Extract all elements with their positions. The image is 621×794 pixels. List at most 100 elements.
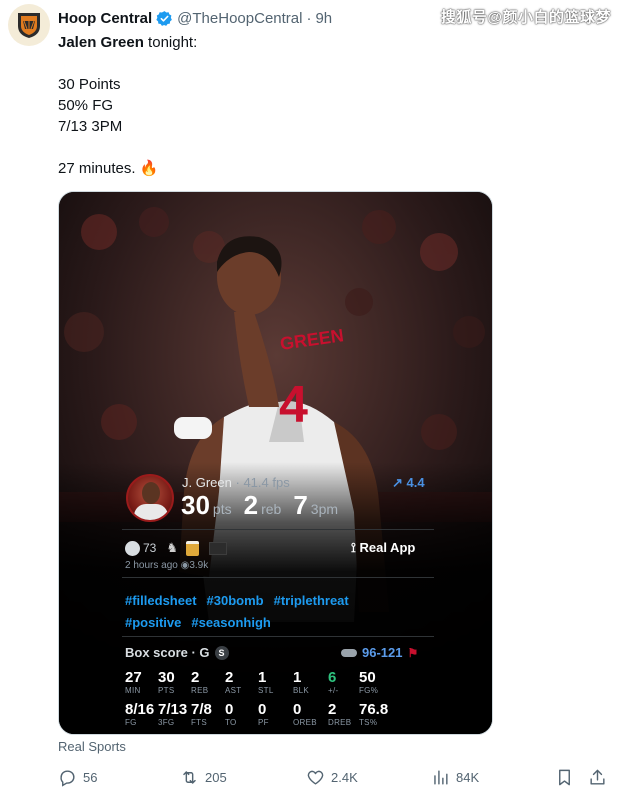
- bookmark-button[interactable]: [555, 768, 580, 787]
- trend-arrow-icon: ↗: [392, 475, 403, 490]
- box-score-value: 7/8: [191, 701, 212, 718]
- emoji-face-icon[interactable]: [125, 540, 140, 556]
- box-score-cell: 7/13 3FG: [158, 701, 187, 728]
- box-score-title: Box score · G S: [125, 645, 229, 660]
- analytics-icon: [434, 770, 448, 785]
- posted-time: 2 hours ago: [125, 560, 178, 571]
- player-name-bold: Jalen Green: [58, 34, 144, 51]
- hashtag[interactable]: #triplethreat: [274, 593, 349, 608]
- box-score-label: Box score · G: [125, 645, 210, 660]
- box-score-label: STL: [258, 686, 274, 695]
- views-button[interactable]: 84K: [431, 768, 479, 787]
- real-app-link[interactable]: ⟟ Real App: [351, 540, 415, 556]
- stat-points-value: 30: [181, 490, 210, 520]
- stat-rebounds-unit: reb: [261, 501, 282, 517]
- media-source[interactable]: Real Sports: [58, 739, 126, 754]
- retweet-icon: [183, 771, 196, 784]
- stat-threes-unit: 3pm: [310, 501, 339, 517]
- watermark: 搜狐号@颜小白的篮球梦: [440, 9, 611, 26]
- trend-value: ↗ 4.4: [392, 475, 425, 491]
- hashtag[interactable]: #filledsheet: [125, 593, 197, 608]
- reply-button[interactable]: 56: [58, 768, 97, 787]
- beer-icon[interactable]: [186, 540, 200, 556]
- jersey-number: 4: [279, 376, 308, 434]
- divider-mid: [122, 577, 434, 578]
- score-value: 96-121: [362, 645, 403, 660]
- views-count: 84K: [456, 770, 480, 785]
- hoop-central-logo: [18, 13, 40, 38]
- box-score-value: 1: [293, 669, 302, 686]
- box-score-label: PF: [258, 718, 269, 727]
- box-score-cell: 1 STL: [258, 669, 274, 696]
- box-score-cell: 8/16 FG: [125, 701, 154, 728]
- real-app-label: Real App: [359, 540, 416, 555]
- box-score-value: 1: [258, 669, 267, 686]
- box-score-label: REB: [191, 686, 209, 695]
- box-score-value: 27: [125, 669, 142, 686]
- like-count: 2.4K: [331, 770, 358, 785]
- retweet-button[interactable]: 205: [180, 768, 227, 787]
- trend-number: 4.4: [406, 475, 425, 490]
- box-score-value: 30: [158, 669, 175, 686]
- stat-rebounds-value: 2: [243, 490, 259, 520]
- box-score-label: FTS: [191, 718, 208, 727]
- reply-icon: [60, 770, 75, 787]
- box-score-label: BLK: [293, 686, 310, 695]
- tweet-text: Jalen Green tonight: 30 Points 50% FG 7/…: [58, 32, 598, 179]
- box-score-cell: 50 FG%: [359, 669, 378, 696]
- retweet-count: 205: [205, 770, 227, 785]
- spurs-logo-icon: [341, 648, 357, 657]
- text-line-points: 30 Points: [58, 76, 121, 93]
- divider-box: [122, 636, 434, 637]
- author-handle[interactable]: @TheHoopCentral: [177, 10, 302, 27]
- text-line-3pm: 7/13 3PM: [58, 118, 123, 135]
- real-app-icon: ⟟: [351, 540, 356, 555]
- text-line-1: tonight:: [143, 34, 198, 51]
- box-score-value: 2: [191, 669, 200, 686]
- box-score-label: FG: [125, 718, 137, 727]
- goat-icon[interactable]: ♞: [166, 540, 178, 556]
- box-score-cell: 0 OREB: [293, 701, 317, 728]
- stat-threes-value: 7: [293, 490, 308, 520]
- author-avatar[interactable]: [8, 4, 50, 46]
- box-score-cell: 1 BLK: [293, 669, 309, 696]
- heart-icon: [307, 770, 324, 785]
- box-score-value: 76.8: [359, 701, 389, 718]
- text-line-minutes: 27 minutes. 🔥: [58, 160, 159, 177]
- box-score-label: FG%: [359, 686, 379, 695]
- media-card[interactable]: GREEN 4 J. Green · 41.4 fps ↗ 4.4 30 pts …: [58, 191, 493, 735]
- box-score-value: 6: [328, 669, 337, 686]
- box-score-cell: 30 PTS: [158, 669, 175, 696]
- flag-icon[interactable]: [209, 541, 228, 555]
- box-score-value: 0: [258, 701, 267, 718]
- like-button[interactable]: 2.4K: [306, 768, 358, 787]
- game-score[interactable]: 96-121 ⚑: [341, 645, 418, 660]
- share-icon: [590, 769, 605, 785]
- box-score-value: 50: [359, 669, 376, 686]
- box-score-value: 8/16: [125, 701, 155, 718]
- verified-badge-icon: [156, 10, 173, 26]
- box-score-label: AST: [225, 686, 242, 695]
- share-button[interactable]: [588, 768, 613, 787]
- box-score-label: TO: [225, 718, 237, 727]
- tweet-time[interactable]: 9h: [315, 10, 332, 27]
- box-score-cell: 2 REB: [191, 669, 208, 696]
- box-score-label: OREB: [293, 718, 317, 727]
- author-name[interactable]: Hoop Central: [58, 10, 152, 27]
- hashtag[interactable]: #30bomb: [207, 593, 264, 608]
- hashtag[interactable]: #seasonhigh: [191, 615, 270, 630]
- box-score-label: 3FG: [158, 718, 175, 727]
- player-label-line: J. Green · 41.4 fps: [182, 475, 290, 490]
- tweet-header: Hoop Central @TheHoopCentral · 9h: [58, 7, 332, 29]
- player-label: J. Green: [182, 475, 232, 490]
- separator-dot: ·: [306, 9, 312, 27]
- hashtag[interactable]: #positive: [125, 615, 181, 630]
- box-score-label: DREB: [328, 718, 352, 727]
- spurs-badge-icon: S: [214, 645, 229, 660]
- box-score-value: 7/13: [158, 701, 188, 718]
- box-score-cell: 2 DREB: [328, 701, 351, 728]
- box-score-cell: 76.8 TS%: [359, 701, 388, 728]
- bookmark-icon: [559, 769, 570, 786]
- box-score-cell: 2 AST: [225, 669, 241, 696]
- hashtags: #filledsheet #30bomb #triplethreat #positi…: [125, 590, 425, 634]
